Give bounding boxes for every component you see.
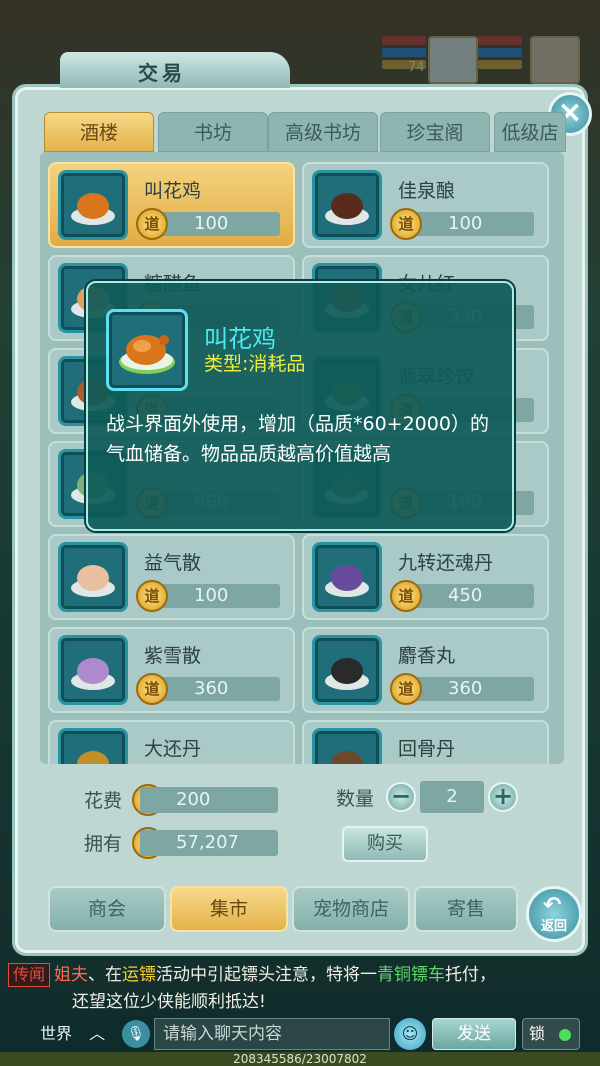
coin-icon: 道 (390, 580, 422, 612)
item-name: 麝香丸 (398, 645, 456, 667)
back-arrow-icon: ↶ (543, 893, 562, 918)
jar-icon (312, 728, 382, 764)
roast-chicken-icon (58, 170, 128, 240)
send-button[interactable]: 发送 (432, 1018, 516, 1050)
item-price: 100 (160, 584, 280, 608)
chat-text: 、在 (88, 965, 123, 985)
chevron-up-icon: ︿ (89, 1024, 106, 1043)
quantity-plus-button[interactable]: + (488, 782, 518, 812)
item-price: 360 (414, 677, 534, 701)
item-price: 100 (160, 212, 280, 236)
chat-bar: 世界 ︿ 🎙 请输入聊天内容 ☺ 发送 锁 (0, 1016, 600, 1052)
channel-select[interactable]: 世界 ︿ (26, 1020, 112, 1048)
item-name: 佳泉酿 (398, 180, 456, 202)
coin-icon: 道 (390, 208, 422, 240)
chat-player-name[interactable]: 姐夫 (54, 965, 88, 985)
rumor-tag: 传闻 (8, 963, 51, 987)
back-button[interactable]: ↶ 返回 (526, 886, 582, 942)
roast-chicken-icon (106, 309, 188, 391)
quantity-label: 数量 (336, 788, 375, 810)
item-card[interactable]: 佳泉酿 100 道 (302, 162, 549, 248)
item-card[interactable]: 回骨丹道 (302, 720, 549, 764)
item-name: 回骨丹 (398, 738, 456, 760)
pills-icon (312, 635, 382, 705)
chat-input[interactable]: 请输入聊天内容 (154, 1018, 390, 1050)
item-price: 450 (414, 584, 534, 608)
coin-icon: 道 (390, 673, 422, 705)
chat-text: 托付， (445, 965, 497, 985)
wine-jar-icon (312, 170, 382, 240)
coin-icon: 道 (136, 208, 168, 240)
item-tooltip: 叫花鸡 类型:消耗品 战斗界面外使用，增加（品质*60+2000）的气血储备。物… (86, 281, 514, 531)
tab-1[interactable]: 酒楼 (44, 112, 154, 152)
tab-2[interactable]: 书坊 (158, 112, 268, 152)
own-value: 57,207 (140, 830, 278, 856)
tab-4[interactable]: 珍宝阁 (380, 112, 490, 152)
footer-counter: 208345586/23007802 (0, 1052, 600, 1066)
item-price: 100 (414, 212, 534, 236)
chat-event[interactable]: 运镖 (122, 965, 156, 985)
item-price: 360 (160, 677, 280, 701)
item-card[interactable]: 紫雪散 360 道 (48, 627, 295, 713)
item-name: 益气散 (144, 552, 202, 574)
cost-label: 花费 (84, 790, 123, 812)
chat-text: 活动中引起镖头注意，特将一 (156, 965, 378, 985)
item-card[interactable]: 麝香丸 360 道 (302, 627, 549, 713)
channel-label: 世界 (40, 1024, 73, 1043)
buy-button[interactable]: 购买 (342, 826, 428, 862)
chat-item[interactable]: 青铜镖车 (377, 965, 445, 985)
lock-status-dot (559, 1029, 571, 1041)
own-label: 拥有 (84, 833, 123, 855)
tab-5[interactable]: 低级店 (494, 112, 566, 152)
item-name: 叫花鸡 (144, 180, 202, 202)
window-title: 交易 (60, 52, 290, 88)
gourd-icon (312, 542, 382, 612)
powder-icon (58, 542, 128, 612)
lock-label: 锁 (529, 1024, 546, 1043)
tooltip-description: 战斗界面外使用，增加（品质*60+2000）的气血储备。物品品质越高价值越高 (106, 413, 489, 465)
quantity-minus-button[interactable]: − (386, 782, 416, 812)
microphone-icon[interactable]: 🎙 (122, 1020, 150, 1048)
item-card[interactable]: 大还丹道 (48, 720, 295, 764)
tooltip-item-type: 类型:消耗品 (204, 353, 306, 375)
bottom-tab-1[interactable]: 商会 (48, 886, 166, 932)
chat-message: 传闻 姐夫、在运镖活动中引起镖头注意，特将一青铜镖车托付， 还望这位少侠能顺利抵达… (0, 962, 600, 1016)
chat-line2: 还望这位少侠能顺利抵达! (72, 992, 266, 1012)
bottom-tab-3[interactable]: 宠物商店 (292, 886, 410, 932)
bottom-tab-2[interactable]: 集市 (170, 886, 288, 932)
cost-value: 200 (140, 787, 278, 813)
bottom-tab-4[interactable]: 寄售 (414, 886, 518, 932)
item-card[interactable]: 益气散 100 道 (48, 534, 295, 620)
back-label: 返回 (540, 919, 567, 934)
item-name: 九转还魂丹 (398, 552, 494, 574)
item-card[interactable]: 叫花鸡 100 道 (48, 162, 295, 248)
purple-powder-icon (58, 635, 128, 705)
elixir-icon (58, 728, 128, 764)
item-name: 紫雪散 (144, 645, 202, 667)
item-card[interactable]: 九转还魂丹 450 道 (302, 534, 549, 620)
quantity-input[interactable]: 2 (420, 781, 484, 813)
emoji-icon[interactable]: ☺ (394, 1018, 426, 1050)
coin-icon: 道 (136, 673, 168, 705)
item-name: 大还丹 (144, 738, 202, 760)
lock-toggle[interactable]: 锁 (522, 1018, 580, 1050)
tab-3[interactable]: 高级书坊 (268, 112, 378, 152)
coin-icon: 道 (136, 580, 168, 612)
